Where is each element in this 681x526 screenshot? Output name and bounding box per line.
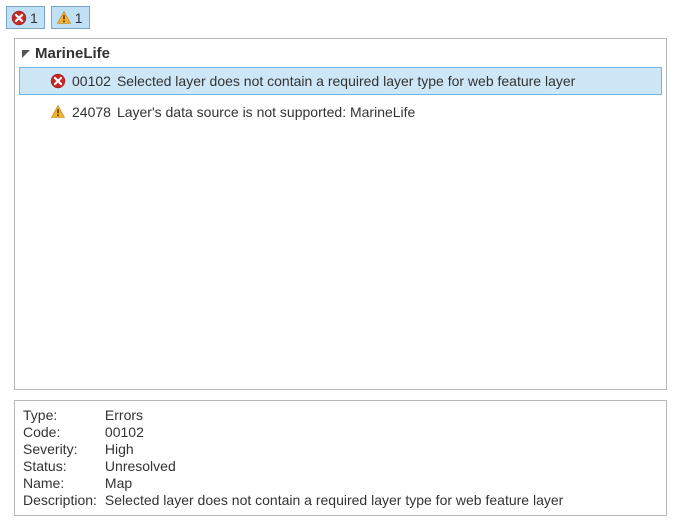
analyzer-pane: 1 1 MarineLife [0, 0, 681, 526]
detail-label-name: Name: [23, 475, 105, 492]
detail-label-status: Status: [23, 458, 105, 475]
filter-errors-count: 1 [30, 10, 38, 26]
filter-errors-button[interactable]: 1 [6, 6, 45, 29]
detail-label-code: Code: [23, 424, 105, 441]
message-row[interactable]: 24078 Layer's data source is not support… [19, 98, 662, 126]
detail-value-description: Selected layer does not contain a requir… [105, 492, 563, 509]
details-panel: Type: Errors Code: 00102 Severity: High … [14, 400, 667, 516]
detail-label-description: Description: [23, 492, 105, 509]
group-header-marinelife[interactable]: MarineLife [15, 43, 666, 64]
message-text: Selected layer does not contain a requir… [117, 73, 575, 89]
warning-icon [56, 10, 72, 26]
messages-tree: MarineLife 00102 Selected layer does not… [14, 38, 667, 390]
error-icon [11, 10, 27, 26]
message-text: Layer's data source is not supported: Ma… [117, 104, 415, 120]
error-icon [50, 73, 66, 89]
detail-label-severity: Severity: [23, 441, 105, 458]
detail-value-code: 00102 [105, 424, 563, 441]
message-row[interactable]: 00102 Selected layer does not contain a … [19, 67, 662, 95]
detail-value-severity: High [105, 441, 563, 458]
group-title: MarineLife [35, 45, 110, 62]
detail-value-type: Errors [105, 407, 563, 424]
detail-value-status: Unresolved [105, 458, 563, 475]
message-code: 24078 [72, 104, 111, 120]
detail-label-type: Type: [23, 407, 105, 424]
filter-bar: 1 1 [0, 6, 681, 36]
filter-warnings-count: 1 [75, 10, 83, 26]
message-code: 00102 [72, 73, 111, 89]
warning-icon [50, 104, 66, 120]
collapse-triangle-icon [21, 49, 31, 59]
filter-warnings-button[interactable]: 1 [51, 6, 90, 29]
detail-value-name: Map [105, 475, 563, 492]
